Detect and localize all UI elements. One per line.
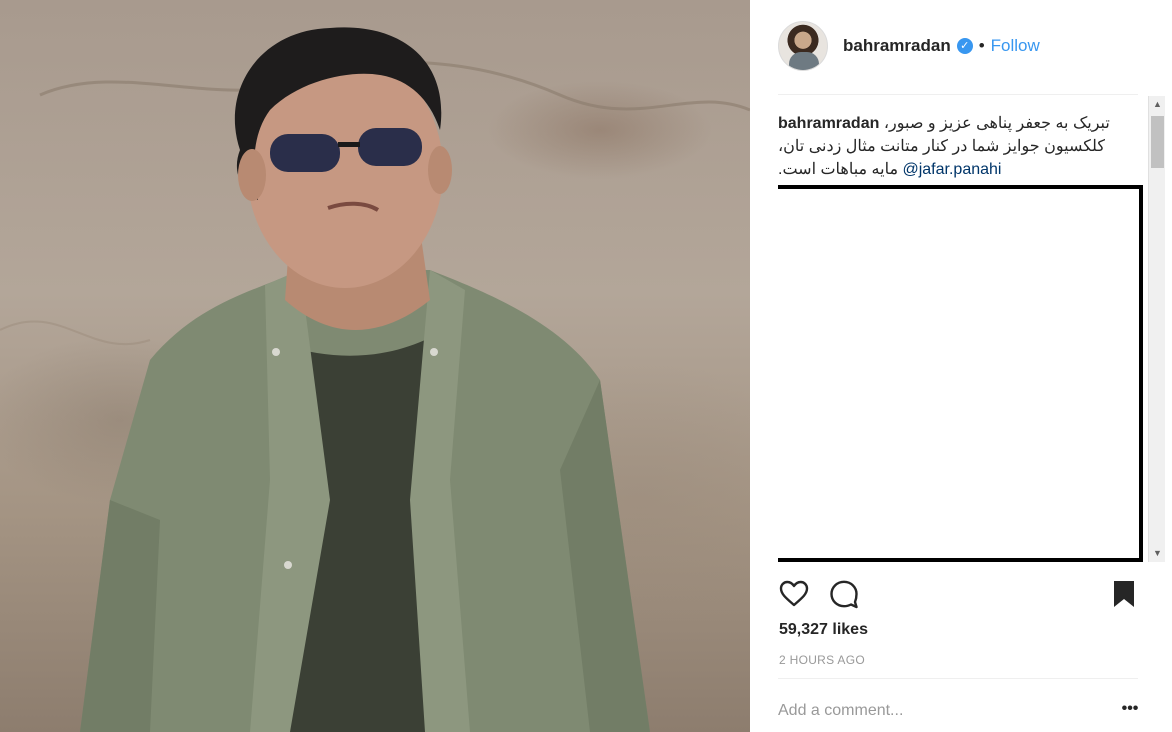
- comments-scrollbar[interactable]: ▲ ▼: [1148, 96, 1165, 562]
- post-actions: [778, 578, 1138, 612]
- verified-badge-icon: ✓: [956, 38, 973, 54]
- scroll-up-arrow-icon[interactable]: ▲: [1149, 96, 1166, 113]
- post-photo[interactable]: [0, 0, 750, 732]
- scroll-down-arrow-icon[interactable]: ▼: [1149, 545, 1166, 562]
- portrait-illustration: [0, 27, 750, 732]
- scrollbar-thumb[interactable]: [1151, 116, 1164, 168]
- post-header: bahramradan ✓ • Follow: [778, 18, 1040, 74]
- header-username[interactable]: bahramradan: [843, 36, 951, 56]
- post-side-panel: bahramradan ✓ • Follow bahramradan تبریک…: [750, 0, 1172, 732]
- post-timestamp[interactable]: 2 HOURS AGO: [779, 653, 865, 667]
- post-caption: bahramradan تبریک به جعفر پناهی عزیز و ص…: [778, 100, 1113, 181]
- follow-button[interactable]: Follow: [991, 36, 1040, 56]
- redaction-box: [778, 185, 1143, 562]
- user-avatar[interactable]: [778, 21, 828, 71]
- comment-divider: [778, 678, 1138, 679]
- mention-link[interactable]: @jafar.panahi: [902, 161, 1001, 178]
- comment-bubble-icon[interactable]: [828, 578, 860, 610]
- comments-scroll-area[interactable]: bahramradan تبریک به جعفر پناهی عزیز و ص…: [778, 100, 1148, 565]
- bookmark-icon[interactable]: [1108, 578, 1140, 610]
- like-count[interactable]: 59,327 likes: [779, 621, 868, 639]
- more-options-icon[interactable]: •••: [1118, 700, 1142, 720]
- caption-username[interactable]: bahramradan: [778, 115, 879, 132]
- comment-input[interactable]: [778, 696, 1098, 726]
- heart-icon[interactable]: [778, 578, 810, 610]
- separator-dot: •: [978, 36, 985, 55]
- header-divider: [778, 94, 1138, 95]
